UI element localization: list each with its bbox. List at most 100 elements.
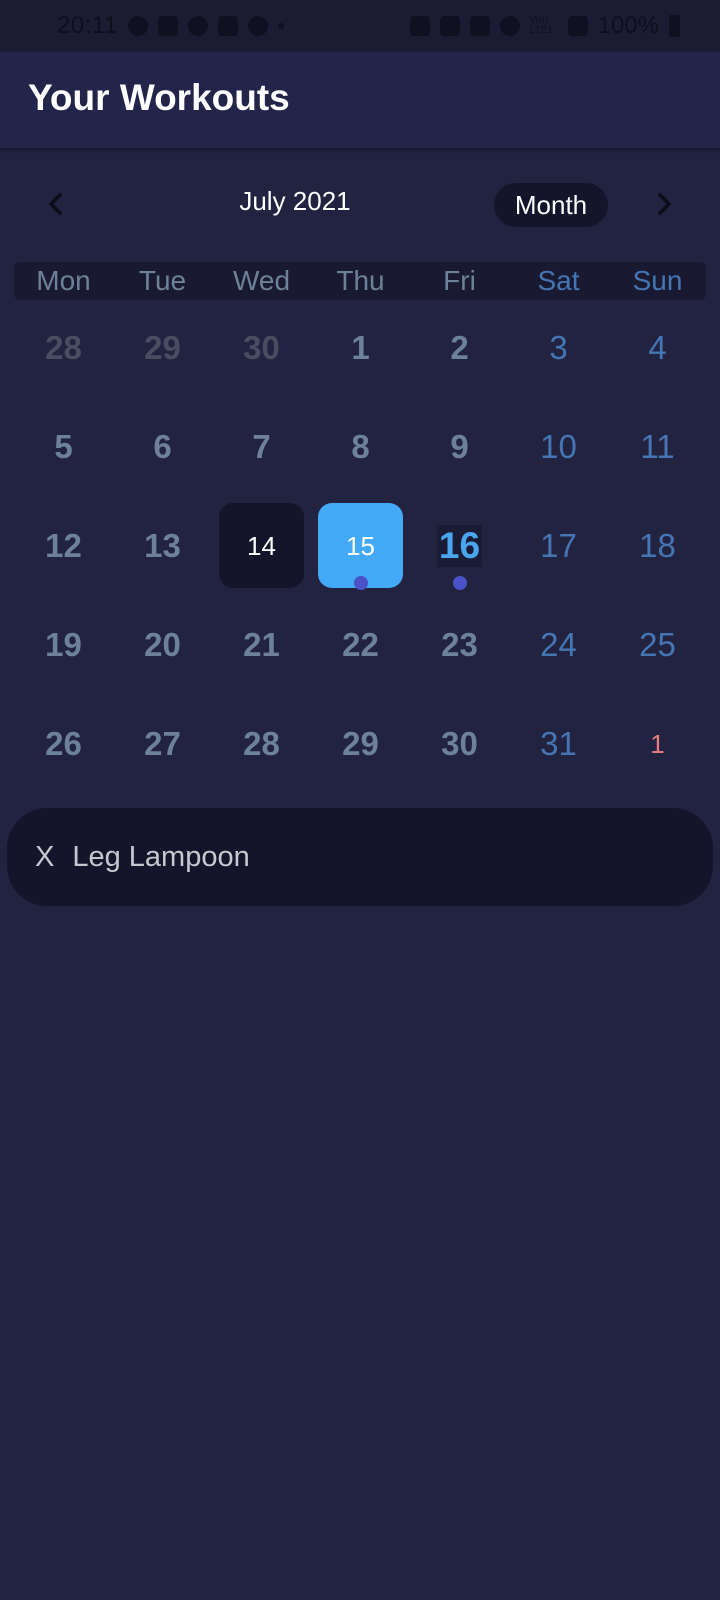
calendar-day-outside[interactable]: 28 <box>14 305 113 391</box>
calendar-day-focused[interactable]: 15 <box>311 503 410 590</box>
next-month-button[interactable] <box>646 186 682 222</box>
day-number: 20 <box>144 626 181 663</box>
calendar-day[interactable]: 19 <box>14 602 113 688</box>
day-number: 1 <box>650 728 665 759</box>
format-toggle-button[interactable]: Month <box>494 183 608 227</box>
calendar-day[interactable]: 2 <box>410 305 509 391</box>
day-number: 8 <box>351 428 370 465</box>
calendar-day-outside[interactable]: 30 <box>212 305 311 391</box>
chevron-right-icon <box>658 193 671 215</box>
month-label: July 2021 <box>239 186 351 216</box>
calendar-day[interactable]: 13 <box>113 503 212 589</box>
status-time: 20:11 <box>57 12 118 39</box>
calendar-day[interactable]: 29 <box>311 701 410 787</box>
app-icon <box>217 16 238 36</box>
day-number: 15 <box>346 530 375 561</box>
app-bar: Your Workouts <box>0 52 720 148</box>
calendar-day[interactable]: 22 <box>311 602 410 688</box>
calendar-day[interactable]: 30 <box>410 701 509 787</box>
battery-percent: 100% <box>597 12 659 39</box>
day-number: 25 <box>639 626 676 663</box>
day-number: 7 <box>252 428 271 465</box>
calendar-day[interactable]: 21 <box>212 602 311 688</box>
calendar-day[interactable]: 1 <box>311 305 410 391</box>
previous-month-button[interactable] <box>38 186 74 222</box>
page-title: Your Workouts <box>28 77 290 118</box>
day-number: 12 <box>45 527 82 564</box>
calendar-day[interactable]: 7 <box>212 404 311 490</box>
signal-icon <box>567 16 588 36</box>
weekday-sun: Sun <box>632 265 683 296</box>
calendar-day[interactable]: 26 <box>14 701 113 787</box>
day-number: 9 <box>450 428 469 465</box>
event-marker-icon <box>453 576 467 590</box>
calendar-day[interactable]: 10 <box>509 404 608 490</box>
status-bar: 20:11 Vo)) LTE1 100% <box>0 0 720 52</box>
workout-name: Leg Lampoon <box>72 840 250 873</box>
day-number: 28 <box>243 725 280 762</box>
day-number: 14 <box>247 530 276 561</box>
calendar-day-today[interactable]: 16 <box>410 503 509 590</box>
teams-icon <box>157 16 178 36</box>
calendar-day[interactable]: 8 <box>311 404 410 490</box>
day-number: 16 <box>436 525 483 567</box>
day-number: 30 <box>243 329 280 366</box>
sim-icon <box>439 16 460 36</box>
weekday-wed: Wed <box>232 265 291 296</box>
calendar-day[interactable]: 5 <box>14 404 113 490</box>
day-number: 24 <box>540 626 577 663</box>
day-number: 2 <box>450 329 469 366</box>
day-number: 21 <box>243 626 280 663</box>
remove-workout-button[interactable]: X <box>35 841 54 874</box>
calendar-day[interactable]: 28 <box>212 701 311 787</box>
weekday-thu: Thu <box>336 265 385 296</box>
weekday-fri: Fri <box>443 265 476 296</box>
chevron-left-icon <box>49 193 62 215</box>
notification-dot-icon <box>277 23 284 29</box>
calendar-day[interactable]: 18 <box>608 503 707 589</box>
day-number: 5 <box>54 428 73 465</box>
weekday-mon: Mon <box>36 265 91 296</box>
day-number: 29 <box>144 329 181 366</box>
workout-list-item[interactable]: X Leg Lampoon <box>7 808 713 906</box>
day-number: 22 <box>342 626 379 663</box>
weekday-tue: Tue <box>138 265 187 296</box>
day-number: 4 <box>648 329 667 366</box>
day-number: 10 <box>540 428 577 465</box>
calendar-day[interactable]: 11 <box>608 404 707 490</box>
weekday-sat: Sat <box>537 265 580 296</box>
day-number: 17 <box>540 527 577 564</box>
calendar-day[interactable]: 24 <box>509 602 608 688</box>
whatsapp-icon <box>127 16 148 36</box>
calendar-day[interactable]: 17 <box>509 503 608 589</box>
network-label: Vo)) LTE1 <box>529 15 553 36</box>
day-number: 3 <box>549 329 568 366</box>
mute-icon <box>469 16 490 36</box>
wifi-icon <box>499 16 520 36</box>
sync-icon <box>247 16 268 36</box>
battery-icon <box>669 15 680 37</box>
day-number: 29 <box>342 725 379 762</box>
calendar-day-selected[interactable]: 14 <box>212 503 311 589</box>
calendar-day[interactable]: 6 <box>113 404 212 490</box>
calendar-header: July 2021 Month <box>0 178 720 230</box>
calendar-day[interactable]: 3 <box>509 305 608 391</box>
calendar-day[interactable]: 4 <box>608 305 707 391</box>
day-number: 26 <box>45 725 82 762</box>
day-number: 30 <box>441 725 478 762</box>
day-number: 28 <box>45 329 82 366</box>
day-number: 18 <box>639 527 676 564</box>
calendar-day[interactable]: 25 <box>608 602 707 688</box>
calendar-day[interactable]: 23 <box>410 602 509 688</box>
calendar-day-outside[interactable]: 1 <box>608 701 707 787</box>
day-number: 23 <box>441 626 478 663</box>
calendar-day-outside[interactable]: 29 <box>113 305 212 391</box>
event-marker-icon <box>354 576 368 590</box>
key-icon <box>409 16 430 36</box>
calendar-day[interactable]: 9 <box>410 404 509 490</box>
day-number: 6 <box>153 428 172 465</box>
calendar-day[interactable]: 12 <box>14 503 113 589</box>
calendar-day[interactable]: 20 <box>113 602 212 688</box>
calendar-day[interactable]: 31 <box>509 701 608 787</box>
calendar-day[interactable]: 27 <box>113 701 212 787</box>
